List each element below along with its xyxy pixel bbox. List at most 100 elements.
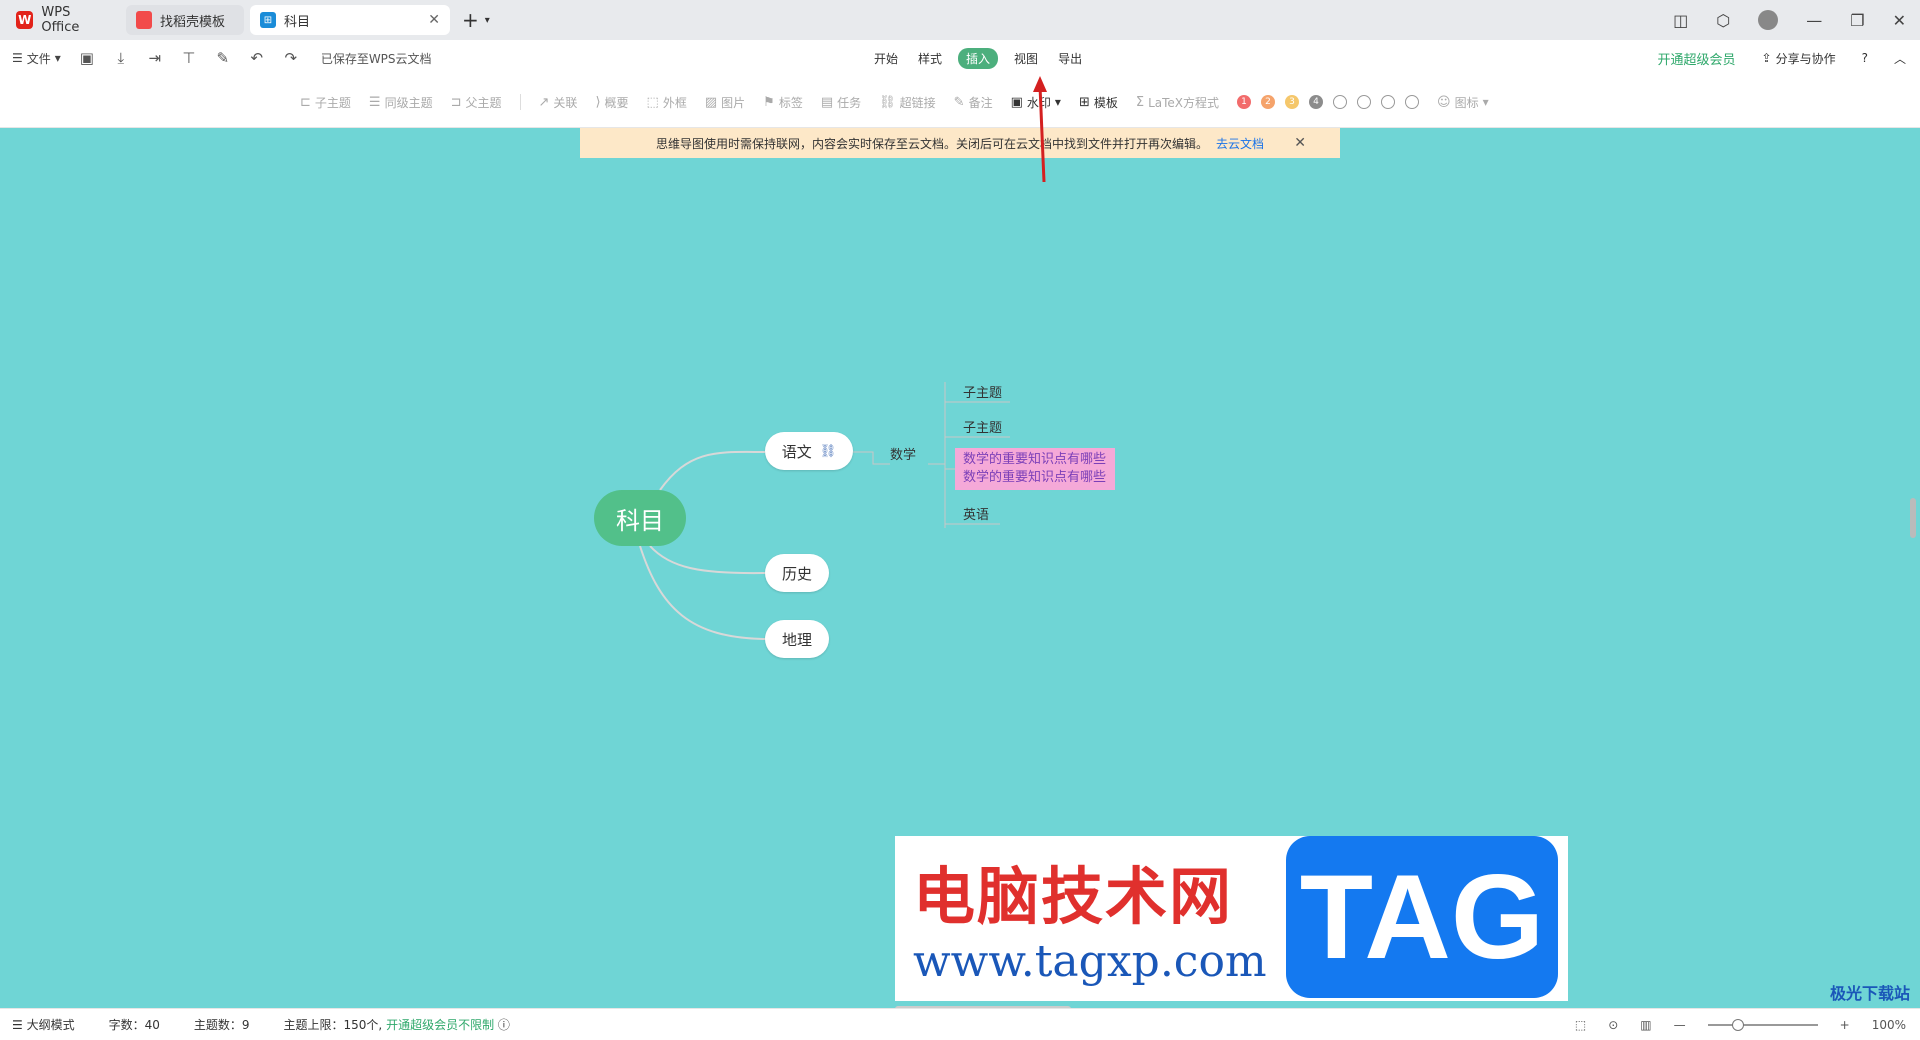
menu-tab-style[interactable]: 样式	[914, 48, 946, 69]
priority-icons: 1 2 3 4	[1237, 95, 1420, 109]
child-topic-label: 子主题	[314, 95, 351, 110]
highlighted-topic[interactable]: 数学的重要知识点有哪些 数学的重要知识点有哪些	[955, 448, 1115, 490]
file-menu[interactable]: ☰ 文件 ▾	[12, 50, 61, 67]
locate-icon[interactable]: ⊙	[1608, 1018, 1618, 1032]
outline-mode-button[interactable]: ☰ 大纲模式	[12, 1016, 75, 1033]
vertical-scrollbar[interactable]	[1910, 498, 1916, 538]
tab-template[interactable]: 找稻壳模板	[126, 5, 244, 35]
zoom-out-icon[interactable]: —	[1674, 1018, 1686, 1032]
banner-tag-logo: TAG	[1286, 836, 1558, 998]
branch-label: 语文	[781, 442, 812, 461]
hamburger-icon: ☰	[12, 51, 23, 65]
info-icon[interactable]: ⓘ	[498, 1018, 510, 1032]
banner-title: 电脑技术网	[913, 860, 1234, 933]
tab-label: WPS Office	[41, 5, 80, 35]
zoom-slider[interactable]	[1707, 1018, 1818, 1031]
progress-half-icon[interactable]	[1357, 95, 1372, 109]
latex-label: LaTeX方程式	[1148, 95, 1220, 110]
icon-button[interactable]: ☺ 图标 ▾	[1437, 94, 1489, 111]
menu-tab-view[interactable]: 视图	[1010, 48, 1042, 69]
divider	[519, 94, 521, 110]
progress-three-quarter-icon[interactable]	[1381, 95, 1396, 109]
undo-icon[interactable]: ↶	[249, 49, 265, 67]
priority-4-icon[interactable]: 4	[1309, 95, 1324, 109]
task-button[interactable]: ▤ 任务	[821, 94, 861, 111]
zoom-in-icon[interactable]: +	[1840, 1018, 1850, 1032]
minimize-icon[interactable]: —	[1806, 11, 1822, 30]
cube-icon[interactable]: ⬡	[1716, 11, 1730, 30]
note-button[interactable]: ✎ 备注	[954, 94, 993, 111]
layout-icon[interactable]: ◫	[1673, 11, 1688, 30]
relation-button[interactable]: ↗ 关联	[539, 94, 578, 111]
child-topic-button[interactable]: ⊏ 子主题	[300, 94, 351, 111]
menu-tab-insert[interactable]: 插入	[958, 47, 999, 69]
wps-logo-icon: W	[16, 11, 34, 29]
chevron-down-icon: ▾	[484, 14, 490, 26]
mindmap-icon: ⊞	[260, 12, 276, 28]
help-icon[interactable]: ?	[1862, 51, 1868, 65]
map-icon[interactable]: ▥	[1640, 1018, 1651, 1032]
leaf-topic-english[interactable]: 英语	[963, 504, 989, 523]
image-label: 图片	[721, 95, 746, 110]
tag-button[interactable]: ⚑ 标签	[763, 94, 803, 111]
sub-topic-math[interactable]: 数学	[890, 444, 916, 463]
hyperlink-button[interactable]: ⛓ 超链接	[879, 94, 936, 111]
collapse-ribbon-icon[interactable]: ︿	[1894, 50, 1906, 67]
note-label: 备注	[968, 95, 993, 110]
share-label: 分享与协作	[1775, 51, 1836, 66]
latex-button[interactable]: Σ LaTeX方程式	[1136, 94, 1219, 111]
summary-label: 概要	[604, 95, 629, 110]
menu-bar: ☰ 文件 ▾ ▣ ⤓ ⇥ ⊤ ✎ ↶ ↷ 已保存至WPS云文档 开始 样式 插入…	[0, 40, 1920, 76]
avatar[interactable]	[1758, 10, 1779, 30]
new-tab-button[interactable]: + ▾	[462, 8, 490, 32]
priority-3-icon[interactable]: 3	[1285, 95, 1300, 109]
redo-icon[interactable]: ↷	[283, 49, 299, 67]
tab-active-document[interactable]: ⊞ 科目 ✕	[250, 5, 450, 35]
root-topic[interactable]: 科目	[594, 490, 686, 546]
plus-icon: +	[462, 8, 479, 32]
progress-full-icon[interactable]	[1405, 95, 1420, 109]
tag-label: 标签	[778, 95, 803, 110]
parent-topic-button[interactable]: ⊐ 父主题	[451, 94, 502, 111]
template-icon: ⊞	[1078, 94, 1090, 110]
tab-bar: W WPS Office 找稻壳模板 ⊞ 科目 ✕ + ▾ ◫ ⬡ — ❐ ✕	[0, 0, 1920, 40]
branch-topic-history[interactable]: 历史	[765, 554, 829, 592]
sibling-topic-button[interactable]: ☰ 同级主题	[369, 94, 433, 111]
priority-2-icon[interactable]: 2	[1261, 95, 1276, 109]
menu-tab-export[interactable]: 导出	[1054, 48, 1086, 69]
window-controls: ◫ ⬡ — ❐ ✕	[1673, 0, 1906, 40]
download-icon[interactable]: ⤓	[113, 49, 129, 67]
export-icon[interactable]: ⇥	[147, 49, 163, 67]
vip-unlimited-link[interactable]: 开通超级会员不限制	[386, 1018, 494, 1032]
summary-button[interactable]: ⟩ 概要	[595, 94, 628, 111]
vip-link[interactable]: 开通超级会员	[1658, 49, 1736, 68]
highlight-line: 数学的重要知识点有哪些	[963, 470, 1107, 485]
share-button[interactable]: ⇪ 分享与协作	[1762, 50, 1836, 67]
note-icon: ✎	[953, 94, 965, 110]
select-icon[interactable]: ⬚	[1575, 1018, 1586, 1032]
close-tab-icon[interactable]: ✕	[428, 12, 440, 28]
link-icon[interactable]: ⛓	[820, 444, 837, 459]
annotation-arrow-icon	[1033, 76, 1047, 183]
format-painter-icon[interactable]: ⊤	[181, 49, 197, 67]
topic-limit: 主题上限：150个,	[283, 1018, 383, 1032]
template-button[interactable]: ⊞ 模板	[1079, 94, 1118, 111]
progress-quarter-icon[interactable]	[1333, 95, 1348, 109]
close-window-icon[interactable]: ✕	[1893, 11, 1906, 30]
frame-button[interactable]: ⬚ 外框	[647, 94, 687, 111]
priority-1-icon[interactable]: 1	[1237, 95, 1252, 109]
frame-icon: ⬚	[646, 94, 659, 110]
pen-icon[interactable]: ✎	[215, 49, 231, 67]
zoom-thumb[interactable]	[1731, 1018, 1744, 1031]
menu-tab-start[interactable]: 开始	[870, 48, 902, 69]
parent-topic-icon: ⊐	[450, 94, 462, 110]
branch-topic-chinese[interactable]: 语文 ⛓	[765, 432, 853, 470]
leaf-topic[interactable]: 子主题	[963, 417, 1002, 436]
mindmap-canvas[interactable]: 思维导图使用时需保持联网，内容会实时保存至云文档。关闭后可在云文档中找到文件并打…	[0, 128, 1920, 1008]
branch-topic-geography[interactable]: 地理	[765, 620, 829, 658]
save-icon[interactable]: ▣	[79, 49, 95, 67]
tab-wps-office[interactable]: W WPS Office	[6, 5, 120, 35]
restore-icon[interactable]: ❐	[1850, 11, 1864, 30]
image-button[interactable]: ▨ 图片	[705, 94, 745, 111]
leaf-topic[interactable]: 子主题	[963, 382, 1002, 401]
